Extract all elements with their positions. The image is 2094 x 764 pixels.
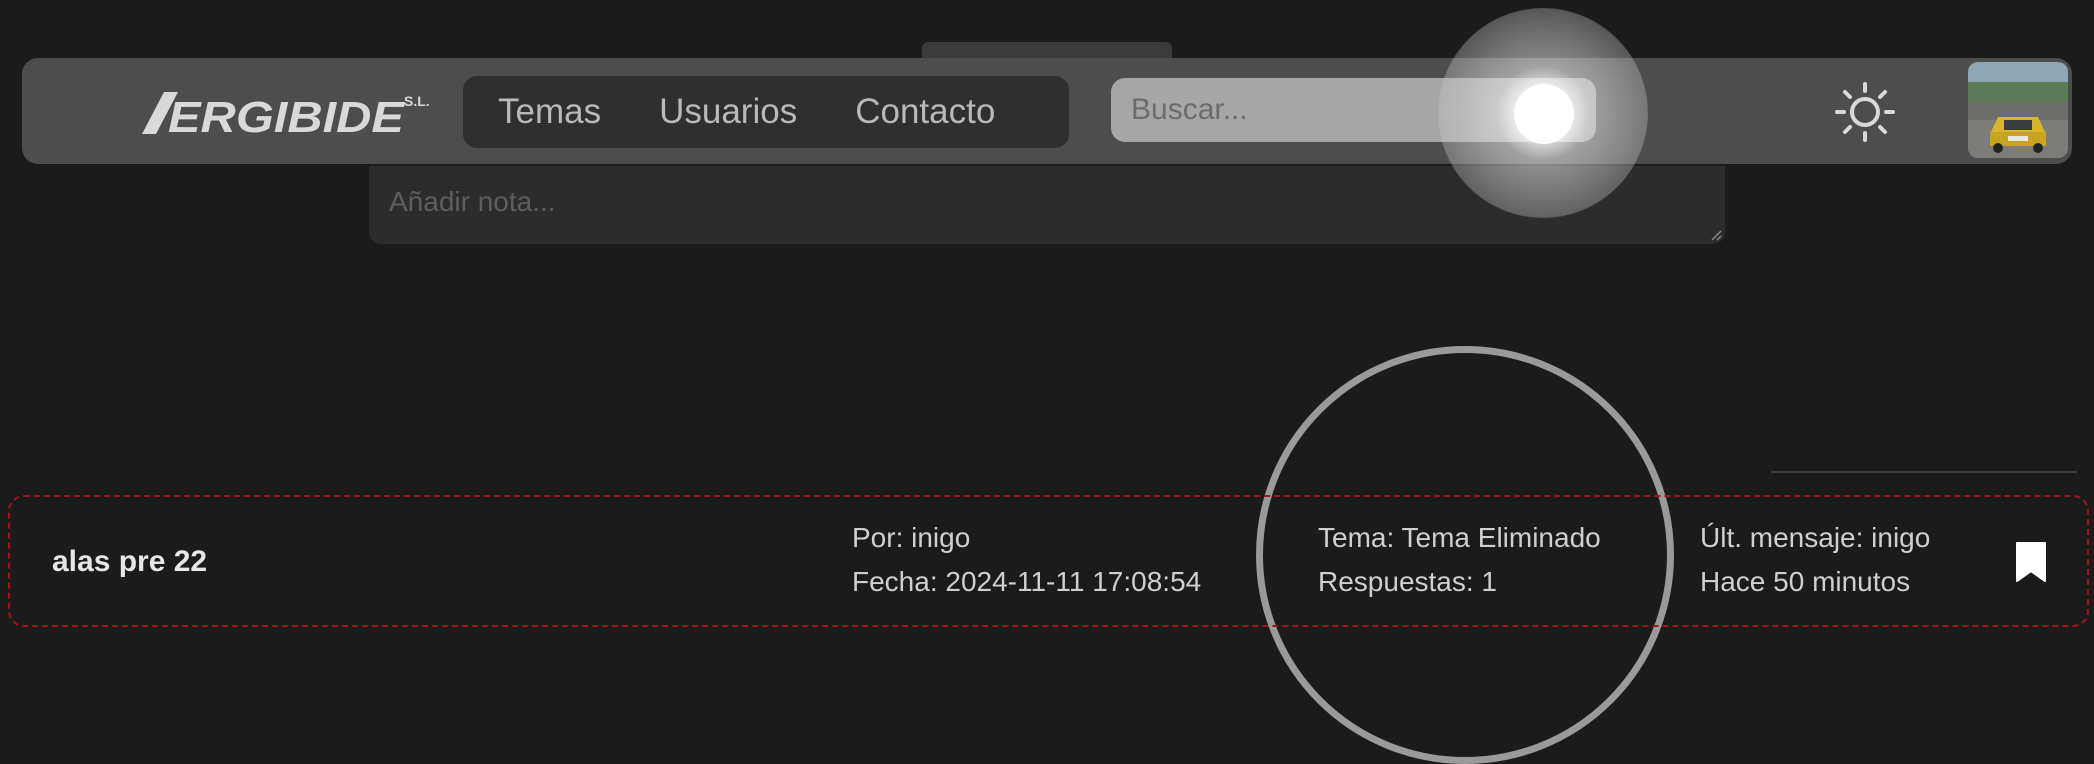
logo-text: ERGIBIDE — [168, 93, 406, 138]
topic-row[interactable]: alas pre 22 Por: inigo Fecha: 2024-11-11… — [8, 495, 2089, 627]
brand-logo[interactable]: ERGIBIDE S.L. — [142, 88, 432, 138]
sun-icon[interactable] — [1835, 82, 1895, 142]
last-message-author: Últ. mensaje: inigo — [1700, 522, 1931, 553]
user-avatar[interactable] — [1968, 62, 2068, 158]
divider — [1771, 471, 2077, 473]
resize-grip-icon[interactable] — [1710, 229, 1722, 241]
topic-theme: Tema: Tema Eliminado — [1318, 522, 1601, 553]
logo-suffix: S.L. — [404, 93, 430, 109]
nav-link-usuarios[interactable]: Usuarios — [659, 92, 797, 132]
topic-author-info: Por: inigo Fecha: 2024-11-11 17:08:54 — [852, 516, 1201, 604]
navbar: ERGIBIDE S.L. Temas Usuarios Contacto — [22, 58, 2072, 164]
last-message-time: Hace 50 minutos — [1700, 566, 1911, 597]
search-input[interactable] — [1111, 78, 1596, 142]
nav-links: Temas Usuarios Contacto — [463, 76, 1069, 148]
nav-link-contacto[interactable]: Contacto — [855, 92, 995, 132]
nav-link-temas[interactable]: Temas — [498, 92, 601, 132]
topic-author: Por: inigo — [852, 522, 971, 553]
topic-last-message: Últ. mensaje: inigo Hace 50 minutos — [1700, 516, 1930, 604]
topic-replies: Respuestas: 1 — [1318, 566, 1497, 597]
topic-date: Fecha: 2024-11-11 17:08:54 — [852, 566, 1202, 597]
bookmark-icon[interactable] — [2014, 540, 2048, 584]
topic-stats: Tema: Tema Eliminado Respuestas: 1 — [1318, 516, 1601, 604]
note-textarea[interactable] — [369, 166, 1725, 244]
topic-title[interactable]: alas pre 22 — [52, 545, 207, 579]
